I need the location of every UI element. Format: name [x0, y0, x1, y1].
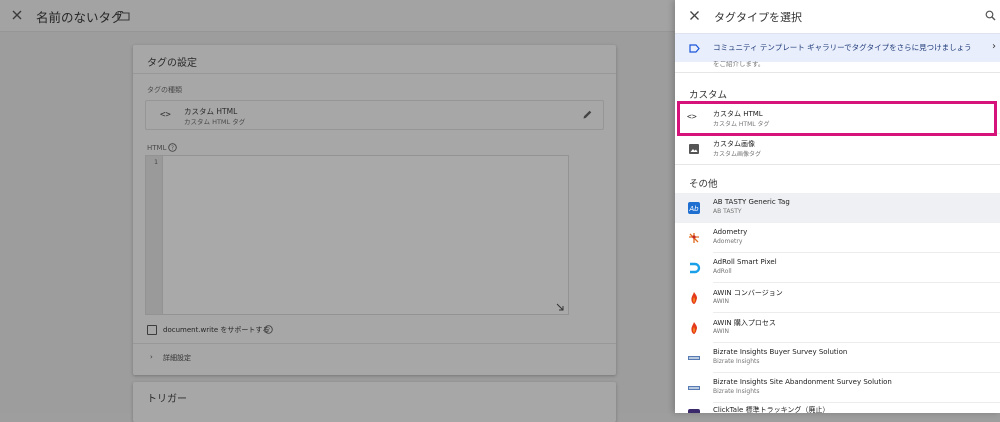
tag-type-vendor: AWIN: [713, 298, 729, 305]
document-write-label: document.write をサポートする: [163, 326, 270, 334]
html-code-editor[interactable]: 1: [145, 155, 569, 315]
panel-header: タグタイプを選択: [675, 0, 1000, 33]
tag-type-name: ClickTale 標準トラッキング（廃止）: [713, 406, 830, 413]
awin-logo-icon: [691, 292, 698, 304]
divider: [675, 72, 1000, 73]
divider: [133, 343, 616, 344]
tag-type-vendor: AWIN: [713, 328, 729, 335]
tag-type-panel: タグタイプを選択 コミュニティ テンプレート ギャラリーでタグタイプをさらに見つ…: [675, 0, 1000, 413]
resize-handle-icon[interactable]: [556, 303, 564, 311]
close-icon[interactable]: [689, 10, 700, 21]
tag-type-ab-tasty[interactable]: Ab AB TASTY Generic Tag AB TASTY: [675, 193, 1000, 223]
adometry-logo-icon: [689, 233, 699, 243]
tag-type-label: タグの種類: [147, 86, 182, 94]
tag-type-vendor: カスタム画像タグ: [713, 151, 762, 158]
tag-type-subtitle: カスタム HTML タグ: [184, 118, 246, 126]
tag-type-awin-purchase-process[interactable]: AWIN 購入プロセス AWIN: [675, 313, 1000, 343]
tag-type-name: カスタム画像: [713, 140, 755, 148]
tag-type-name: Bizrate Insights Buyer Survey Solution: [713, 348, 848, 356]
tag-config-card: タグの設定 タグの種類 <> カスタム HTML カスタム HTML タグ HT…: [133, 45, 616, 375]
banner-description-clipped: をご紹介します。: [713, 61, 765, 67]
trigger-card: トリガー: [133, 382, 616, 422]
trigger-title: トリガー: [147, 394, 187, 405]
banner-text: コミュニティ テンプレート ギャラリーでタグタイプをさらに見つけましょう: [713, 43, 972, 52]
bizrate-logo-icon: [688, 356, 700, 360]
custom-section-heading: カスタム: [689, 90, 728, 101]
tag-type-name: AB TASTY Generic Tag: [713, 198, 790, 206]
tag-type-adometry[interactable]: Adometry Adometry: [675, 223, 1000, 253]
tag-type-vendor: Bizrate Insights: [713, 358, 760, 365]
help-icon[interactable]: ?: [168, 143, 177, 152]
tag-type-name: AdRoll Smart Pixel: [713, 258, 777, 266]
tag-type-name: AWIN 購入プロセス: [713, 319, 776, 327]
chevron-right-icon[interactable]: ›: [150, 353, 153, 361]
svg-text:Ab: Ab: [688, 205, 699, 213]
advanced-settings-toggle[interactable]: 詳細設定: [163, 353, 191, 363]
other-section-heading: その他: [689, 179, 718, 190]
close-icon[interactable]: [10, 8, 24, 22]
tag-type-clicktale[interactable]: ClickTale 標準トラッキング（廃止）: [675, 400, 1000, 413]
tag-type-awin-conversion[interactable]: AWIN コンバージョン AWIN: [675, 283, 1000, 313]
line-number: 1: [154, 158, 158, 166]
tag-type-vendor: AdRoll: [713, 268, 732, 275]
adroll-logo-icon: [690, 262, 701, 274]
selection-highlight-frame: [677, 101, 997, 136]
tag-name-title[interactable]: 名前のないタグ: [36, 7, 124, 26]
svg-text:?: ?: [267, 328, 270, 334]
bizrate-logo-icon: [688, 386, 700, 390]
tag-type-vendor: Bizrate Insights: [713, 388, 760, 395]
awin-logo-icon: [691, 322, 698, 334]
help-icon[interactable]: ?: [264, 325, 273, 334]
code-icon: <>: [160, 110, 171, 120]
tag-type-vendor: AB TASTY: [713, 208, 742, 215]
card-title: タグの設定: [147, 58, 197, 69]
tag-type-bizrate-site-abandonment[interactable]: Bizrate Insights Site Abandonment Survey…: [675, 373, 1000, 403]
line-number-gutter: 1: [146, 156, 163, 314]
tag-type-vendor: Adometry: [713, 238, 743, 245]
folder-icon[interactable]: [117, 10, 130, 21]
search-icon[interactable]: [985, 10, 996, 21]
tag-type-adroll[interactable]: AdRoll Smart Pixel AdRoll: [675, 253, 1000, 283]
image-icon: [689, 144, 699, 154]
tag-type-name: Adometry: [713, 228, 748, 236]
html-label: HTML: [147, 144, 167, 152]
chevron-right-icon[interactable]: ›: [992, 41, 996, 52]
clicktale-logo-icon: [688, 409, 700, 413]
tag-type-bizrate-buyer-survey[interactable]: Bizrate Insights Buyer Survey Solution B…: [675, 343, 1000, 373]
tag-type-selector[interactable]: <> カスタム HTML カスタム HTML タグ: [145, 100, 604, 130]
divider: [133, 73, 616, 74]
tag-type-name: Bizrate Insights Site Abandonment Survey…: [713, 378, 892, 386]
edit-pencil-icon[interactable]: [582, 109, 593, 120]
tag-label-icon: [689, 44, 700, 53]
svg-text:?: ?: [171, 146, 174, 152]
community-gallery-banner[interactable]: コミュニティ テンプレート ギャラリーでタグタイプをさらに見つけましょう ›: [675, 33, 1000, 62]
abtasty-logo-icon: Ab: [688, 202, 700, 214]
tag-type-custom-image[interactable]: カスタム画像 カスタム画像タグ: [675, 134, 1000, 164]
tag-type-name: AWIN コンバージョン: [713, 289, 783, 297]
panel-title: タグタイプを選択: [714, 11, 802, 24]
document-write-checkbox[interactable]: [147, 325, 157, 335]
editor-topbar: 名前のないタグ: [0, 0, 675, 32]
divider: [675, 164, 1000, 165]
